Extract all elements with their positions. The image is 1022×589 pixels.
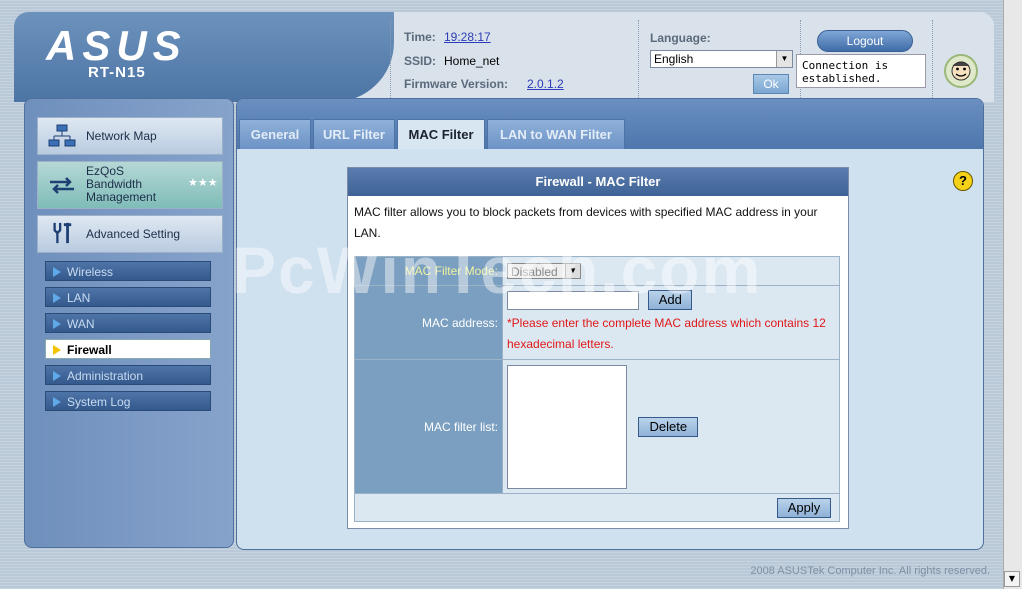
firmware-label: Firmware Version: bbox=[404, 77, 509, 91]
apply-button[interactable]: Apply bbox=[777, 497, 831, 518]
mac-filter-list-label: MAC filter list: bbox=[354, 359, 503, 494]
logout-button[interactable]: Logout bbox=[817, 30, 913, 52]
mac-filter-panel: Firewall - MAC Filter MAC filter allows … bbox=[347, 167, 849, 529]
panel-title: Firewall - MAC Filter bbox=[348, 168, 848, 196]
sidebar-item-lan[interactable]: LAN bbox=[45, 287, 211, 307]
arrow-right-icon bbox=[53, 371, 61, 381]
description-line-1: MAC filter allows you to block packets f… bbox=[354, 205, 818, 219]
sidebar-label-system-log: System Log bbox=[67, 395, 131, 409]
language-select[interactable]: English ▼ bbox=[650, 50, 793, 68]
ssid-label: SSID: bbox=[404, 54, 437, 68]
time-link[interactable]: 19:28:17 bbox=[444, 30, 491, 44]
mac-address-input[interactable] bbox=[507, 290, 639, 310]
mode-label: MAC Filter Mode: bbox=[354, 256, 503, 286]
scroll-down-arrow-icon[interactable]: ▼ bbox=[1004, 571, 1020, 587]
tab-bar: General URL Filter MAC Filter LAN to WAN… bbox=[237, 99, 983, 149]
description-line-2: LAN. bbox=[354, 226, 381, 240]
sidebar-item-ezqos[interactable]: EzQoS Bandwidth Management ★★★ bbox=[37, 161, 223, 209]
mac-address-warning: *Please enter the complete MAC address w… bbox=[507, 313, 835, 355]
star-icon: ★★★ bbox=[188, 177, 218, 189]
chevron-down-icon: ▼ bbox=[776, 51, 792, 67]
sidebar-label-wireless: Wireless bbox=[67, 265, 114, 279]
arrow-right-icon bbox=[53, 397, 61, 407]
panel-description: MAC filter allows you to block packets f… bbox=[348, 196, 848, 244]
warning-line-1: *Please enter the complete MAC address w… bbox=[507, 316, 826, 330]
tab-mac-filter[interactable]: MAC Filter bbox=[397, 119, 485, 149]
add-button[interactable]: Add bbox=[648, 290, 693, 310]
wrench-icon bbox=[53, 222, 72, 244]
divider bbox=[932, 20, 933, 98]
connection-line-2: established. bbox=[802, 72, 882, 85]
arrow-right-icon bbox=[53, 267, 61, 277]
sidebar-label-administration: Administration bbox=[67, 369, 144, 383]
divider bbox=[638, 20, 639, 98]
sidebar-item-network-map[interactable]: Network Map bbox=[37, 117, 223, 155]
connection-status: Connection is established. bbox=[796, 54, 926, 88]
ok-button[interactable]: Ok bbox=[753, 74, 789, 94]
mac-address-cell: Add *Please enter the complete MAC addre… bbox=[502, 285, 840, 360]
delete-button[interactable]: Delete bbox=[638, 416, 699, 437]
tab-url-filter[interactable]: URL Filter bbox=[313, 119, 395, 149]
sidebar-item-wan[interactable]: WAN bbox=[45, 313, 211, 333]
apply-row: Apply bbox=[354, 493, 840, 522]
language-label: Language: bbox=[650, 31, 711, 45]
sidebar-item-system-log[interactable]: System Log bbox=[45, 391, 211, 411]
mac-filter-list-cell: Delete bbox=[502, 359, 840, 494]
chevron-down-icon: ▼ bbox=[565, 264, 580, 278]
time-label: Time: bbox=[404, 30, 436, 44]
tab-lan-to-wan-filter[interactable]: LAN to WAN Filter bbox=[487, 119, 625, 149]
asus-logo: ASUS bbox=[46, 22, 187, 69]
sidebar-item-firewall[interactable]: Firewall bbox=[45, 339, 211, 359]
language-value: English bbox=[654, 52, 694, 66]
mac-address-label: MAC address: bbox=[354, 285, 503, 360]
mode-value: Disabled bbox=[511, 265, 558, 279]
bandwidth-icon bbox=[50, 177, 74, 194]
vertical-scrollbar[interactable]: ▼ bbox=[1003, 0, 1022, 589]
sidebar-label-advanced-setting: Advanced Setting bbox=[86, 227, 181, 241]
copyright-footer: 2008 ASUSTek Computer Inc. All rights re… bbox=[750, 565, 990, 577]
mode-select[interactable]: Disabled ▼ bbox=[507, 263, 581, 279]
warning-line-2: hexadecimal letters. bbox=[507, 337, 614, 351]
sidebar-label-lan: LAN bbox=[67, 291, 91, 305]
logo-area: ASUS RT-N15 bbox=[14, 12, 394, 102]
arrow-right-icon bbox=[53, 319, 61, 329]
divider bbox=[390, 20, 391, 98]
sidebar-item-administration[interactable]: Administration bbox=[45, 365, 211, 385]
connection-line-1: Connection is bbox=[802, 59, 889, 72]
main-panel: General URL Filter MAC Filter LAN to WAN… bbox=[236, 98, 984, 550]
sidebar: Network Map EzQoS Bandwidth Management ★… bbox=[24, 98, 234, 548]
ssid-value: Home_net bbox=[444, 54, 500, 68]
mac-filter-listbox[interactable] bbox=[507, 364, 627, 489]
mode-cell: Disabled ▼ bbox=[502, 256, 840, 286]
model-name: RT-N15 bbox=[88, 64, 146, 81]
arrow-right-icon bbox=[53, 345, 61, 355]
arrow-right-icon bbox=[53, 293, 61, 303]
sidebar-label-network-map: Network Map bbox=[86, 129, 157, 143]
firmware-link[interactable]: 2.0.1.2 bbox=[527, 77, 564, 91]
sidebar-item-advanced-setting[interactable]: Advanced Setting bbox=[37, 215, 223, 253]
sidebar-item-wireless[interactable]: Wireless bbox=[45, 261, 211, 281]
tab-general[interactable]: General bbox=[239, 119, 311, 149]
mac-filter-form: MAC Filter Mode: Disabled ▼ MAC address:… bbox=[354, 256, 840, 522]
help-icon[interactable]: ? bbox=[953, 171, 973, 191]
sidebar-label-wan: WAN bbox=[67, 317, 95, 331]
header: ASUS RT-N15 Time: 19:28:17 SSID: Home_ne… bbox=[14, 12, 994, 102]
ezqos-line-3: Management bbox=[86, 190, 157, 204]
status-mascot-icon bbox=[944, 54, 978, 88]
sidebar-label-ezqos: EzQoS Bandwidth Management bbox=[86, 165, 156, 204]
network-map-icon bbox=[48, 124, 76, 147]
sidebar-label-firewall: Firewall bbox=[67, 343, 112, 357]
